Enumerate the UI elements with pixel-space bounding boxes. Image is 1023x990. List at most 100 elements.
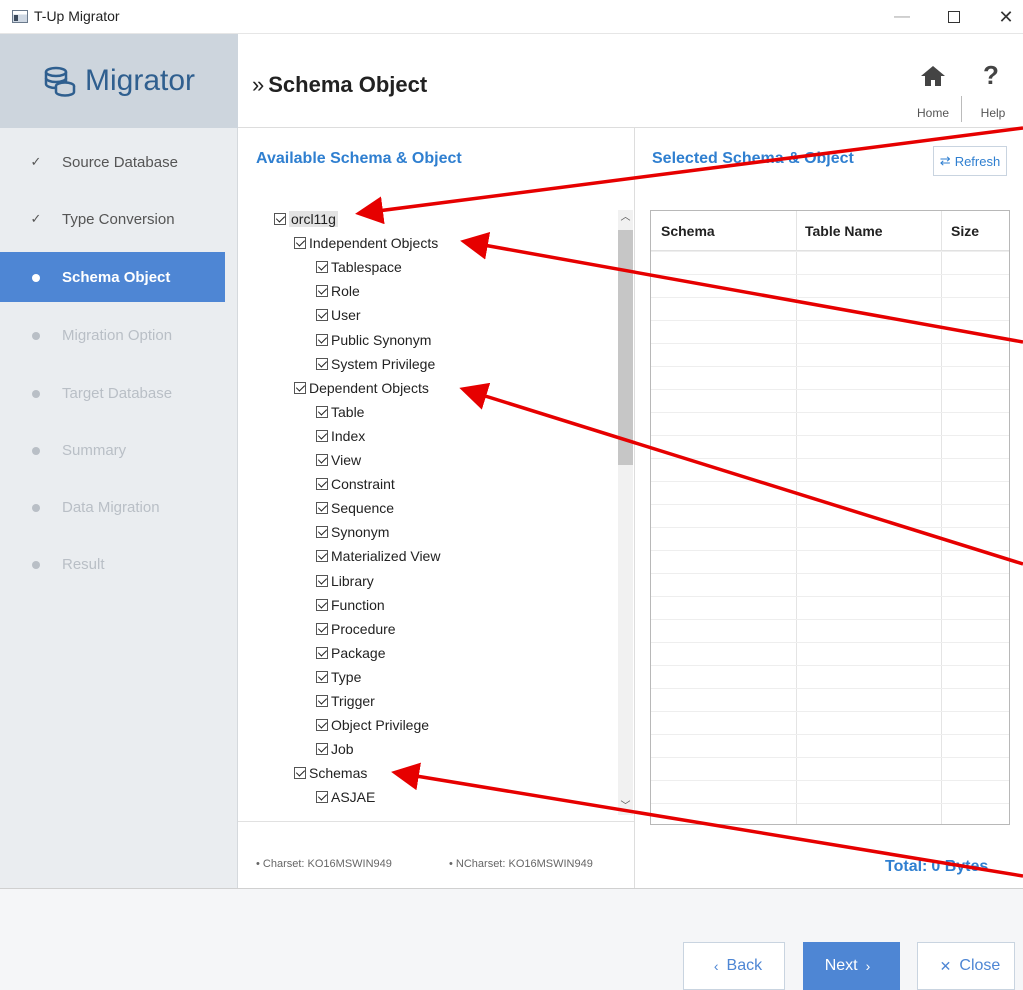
tree-node[interactable]: Function	[316, 594, 385, 616]
tree-checkbox[interactable]	[316, 719, 328, 732]
tree-node[interactable]: Role	[316, 280, 360, 302]
tree-node[interactable]: Type	[316, 666, 361, 688]
minimize-button[interactable]: —	[882, 4, 922, 30]
tree-checkbox[interactable]	[316, 646, 328, 659]
tree-checkbox[interactable]	[316, 285, 328, 298]
tree-node[interactable]: orcl11g	[274, 208, 338, 230]
pending-dot-icon	[32, 331, 40, 340]
tree-node[interactable]: Materialized View	[316, 545, 440, 567]
tree-checkbox[interactable]	[316, 405, 328, 418]
step-label: Target Database	[62, 384, 173, 402]
maximize-button[interactable]	[934, 4, 974, 30]
tree-node[interactable]: Job	[316, 738, 354, 760]
tree-checkbox[interactable]	[316, 743, 328, 756]
tree-node[interactable]: Schemas	[294, 762, 367, 784]
pending-dot-icon	[32, 560, 40, 569]
tree-node[interactable]: Synonym	[316, 521, 389, 543]
scroll-up-icon[interactable]: ︿	[618, 210, 633, 226]
tree-node[interactable]: Sequence	[316, 497, 394, 519]
tree-checkbox[interactable]	[316, 598, 328, 611]
step-source-database[interactable]: ✓ Source Database	[0, 137, 238, 187]
tree-node[interactable]: Procedure	[316, 618, 396, 640]
tree-checkbox[interactable]	[316, 574, 328, 587]
close-icon: ✕	[939, 957, 952, 974]
tree-node[interactable]: Library	[316, 570, 374, 592]
app-icon	[12, 10, 28, 23]
tree-node[interactable]: Index	[316, 425, 365, 447]
tree-checkbox[interactable]	[316, 454, 328, 466]
table-row-line	[651, 274, 1009, 275]
table-row-line	[651, 619, 1009, 620]
tree-node-label: Type	[331, 668, 362, 685]
scroll-down-icon[interactable]: ﹀	[618, 799, 633, 815]
step-schema-object[interactable]: Schema Object	[0, 252, 225, 302]
tree-checkbox[interactable]	[294, 237, 306, 250]
tree-checkbox[interactable]	[316, 261, 328, 274]
column-header-size[interactable]: Size	[951, 223, 979, 239]
help-button[interactable]: ? Help	[968, 44, 1018, 124]
home-button[interactable]: Home	[908, 44, 958, 124]
tree-node-label: System Privilege	[331, 355, 436, 372]
scroll-thumb[interactable]	[618, 230, 633, 465]
step-label: Result	[62, 555, 105, 573]
step-type-conversion[interactable]: ✓ Type Conversion	[0, 194, 238, 244]
tree-checkbox[interactable]	[294, 381, 306, 394]
footer-bar: ‹ Back Next › ✕ Close	[0, 888, 1023, 990]
back-label: Back	[726, 957, 763, 974]
tree-node[interactable]: Table	[316, 401, 364, 423]
tree-checkbox[interactable]	[316, 333, 328, 346]
tree-node-label: Constraint	[331, 476, 395, 493]
tree-node[interactable]: Constraint	[316, 473, 395, 495]
tree-checkbox[interactable]	[294, 767, 306, 780]
tree-scrollbar[interactable]: ︿ ﹀	[618, 210, 633, 815]
tree-node-label: Role	[331, 283, 360, 300]
tree-checkbox[interactable]	[316, 309, 328, 322]
pending-dot-icon	[32, 503, 40, 512]
current-dot-icon	[32, 273, 40, 282]
selected-objects-table[interactable]: Schema Table Name Size	[650, 210, 1010, 825]
tree-node[interactable]: Independent Objects	[294, 232, 438, 254]
table-row-line	[651, 596, 1009, 597]
back-button[interactable]: ‹ Back	[683, 942, 785, 990]
tree-checkbox[interactable]	[316, 478, 328, 491]
column-header-schema[interactable]: Schema	[661, 223, 715, 239]
tree-node[interactable]: Trigger	[316, 690, 375, 712]
column-header-table-name[interactable]: Table Name	[805, 223, 883, 239]
tree-node[interactable]: Tablespace	[316, 256, 402, 278]
refresh-button[interactable]: ⇄ Refresh	[933, 146, 1007, 176]
tree-node[interactable]: Public Synonym	[316, 329, 431, 351]
tree-node[interactable]: System Privilege	[316, 353, 435, 375]
selected-panel: Selected Schema & Object ⇄ Refresh Schem…	[635, 128, 1023, 888]
tree-checkbox[interactable]	[316, 791, 328, 804]
tree-checkbox[interactable]	[316, 429, 328, 442]
tree-node-label: Dependent Objects	[309, 379, 429, 396]
tree-checkbox[interactable]	[316, 550, 328, 563]
tree-node[interactable]: Package	[316, 642, 385, 664]
tree-node[interactable]: User	[316, 304, 361, 326]
table-row-line	[651, 343, 1009, 344]
tree-checkbox[interactable]	[316, 622, 328, 635]
tree-node-label: Independent Objects	[309, 235, 439, 252]
tree-checkbox[interactable]	[274, 213, 286, 225]
chevron-double-right-icon: »	[252, 72, 265, 97]
tree-node[interactable]: View	[316, 449, 361, 471]
tree-node[interactable]: ASJAE	[316, 786, 375, 808]
window-close-button[interactable]: ✕	[986, 4, 1023, 30]
close-button[interactable]: ✕ Close	[917, 942, 1015, 990]
database-icon	[44, 66, 76, 97]
tree-node[interactable]: Object Privilege	[316, 714, 429, 736]
next-button[interactable]: Next ›	[803, 942, 900, 990]
tree-node[interactable]: Dependent Objects	[294, 377, 429, 399]
tree-node-label: Schemas	[309, 765, 368, 782]
tree-node-label: Tablespace	[331, 259, 402, 276]
tree-checkbox[interactable]	[316, 502, 328, 515]
tree-checkbox[interactable]	[316, 526, 328, 539]
tree-checkbox[interactable]	[316, 695, 328, 707]
tree-checkbox[interactable]	[316, 670, 328, 683]
table-row-line	[651, 527, 1009, 528]
title-bar: T-Up Migrator — ✕	[0, 0, 1023, 34]
schema-object-tree[interactable]: orcl11g Independent Objects Tablespace Role…	[274, 208, 614, 813]
tree-checkbox[interactable]	[316, 357, 328, 370]
table-row-line	[651, 780, 1009, 781]
step-label: Type Conversion	[62, 210, 175, 228]
